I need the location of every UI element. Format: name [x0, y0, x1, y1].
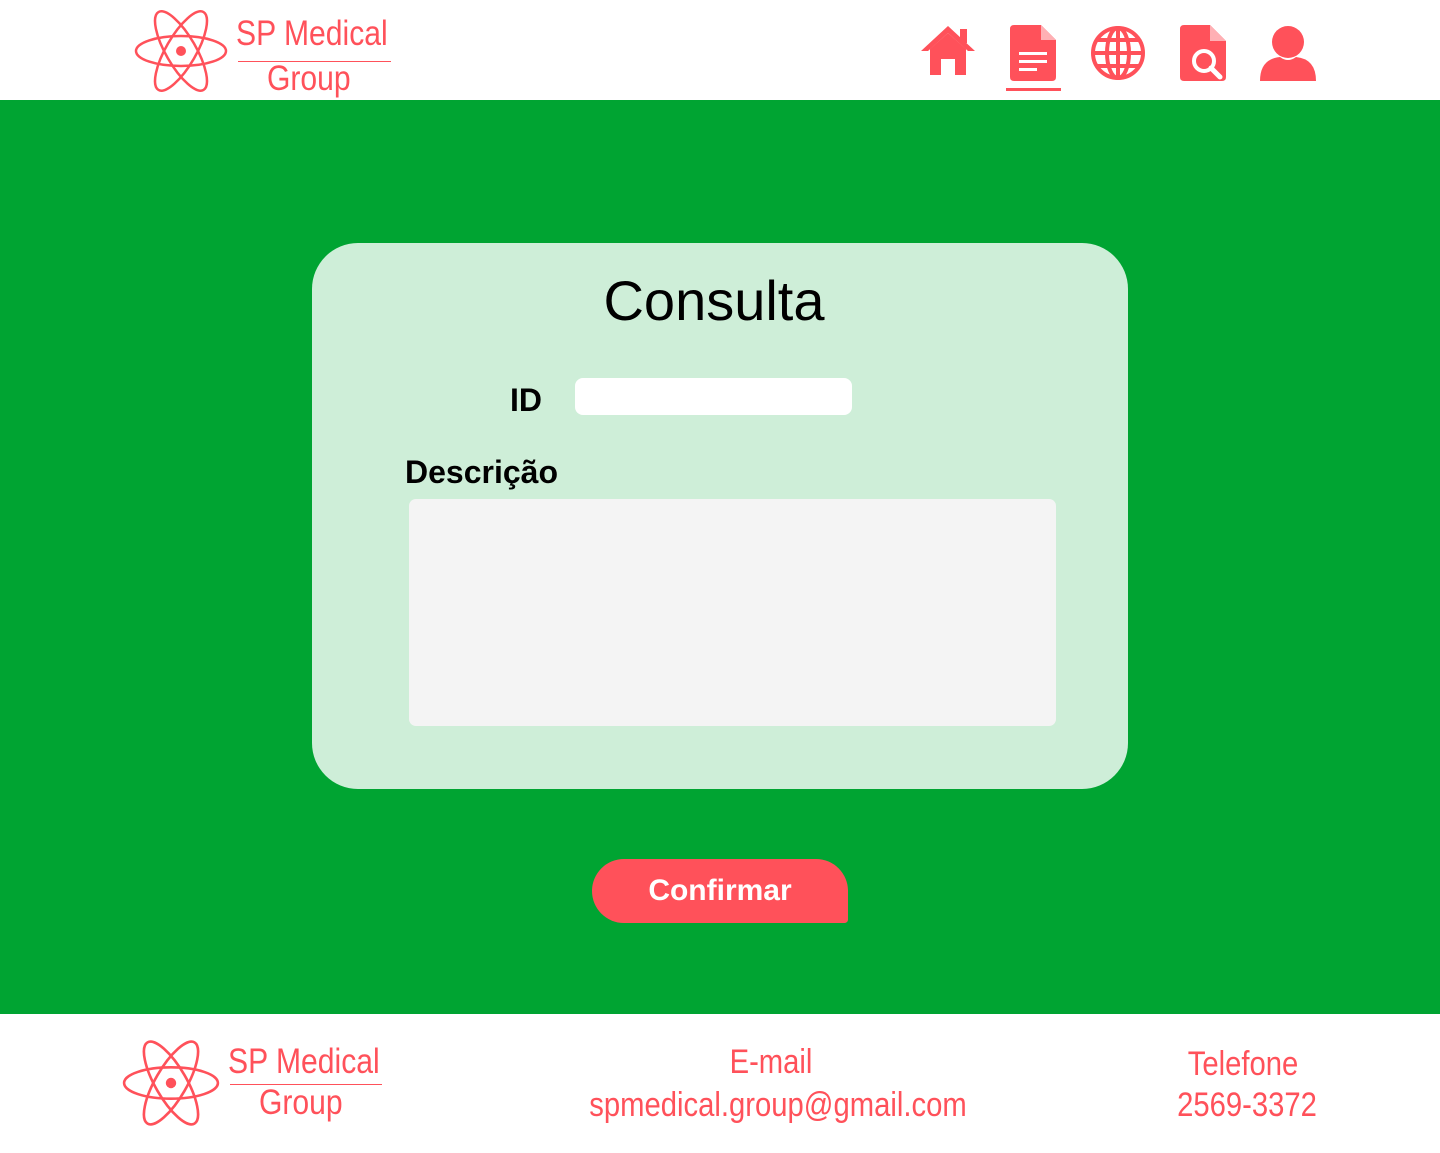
- phone-number[interactable]: 2569-3372: [1118, 1084, 1376, 1126]
- description-textarea[interactable]: [409, 499, 1056, 726]
- footer-brand-subname: Group: [259, 1083, 343, 1122]
- id-label: ID: [510, 382, 542, 418]
- file-search-icon[interactable]: [1180, 25, 1228, 81]
- phone-label: Telefone: [1187, 1045, 1299, 1083]
- atom-logo-icon: [122, 1040, 220, 1126]
- confirm-button[interactable]: Confirmar: [592, 859, 848, 923]
- brand-name: SP Medical: [236, 14, 388, 53]
- footer-brand-name: SP Medical: [228, 1042, 380, 1081]
- page-title: Consulta: [603, 269, 825, 332]
- atom-logo-icon[interactable]: [134, 9, 228, 93]
- email-link[interactable]: spmedical.group@gmail.com: [563, 1084, 993, 1126]
- active-nav-indicator: [1006, 88, 1061, 91]
- header: SP Medical Group: [0, 0, 1440, 100]
- id-input[interactable]: [575, 378, 852, 415]
- home-icon[interactable]: [920, 25, 976, 75]
- description-label: Descrição: [405, 454, 558, 490]
- globe-icon[interactable]: [1090, 25, 1146, 81]
- brand-subname: Group: [267, 59, 351, 98]
- footer: SP Medical Group E-mail spmedical.group@…: [0, 1014, 1440, 1153]
- user-icon[interactable]: [1260, 25, 1316, 81]
- email-label: E-mail: [729, 1043, 813, 1081]
- document-icon[interactable]: [1010, 25, 1056, 81]
